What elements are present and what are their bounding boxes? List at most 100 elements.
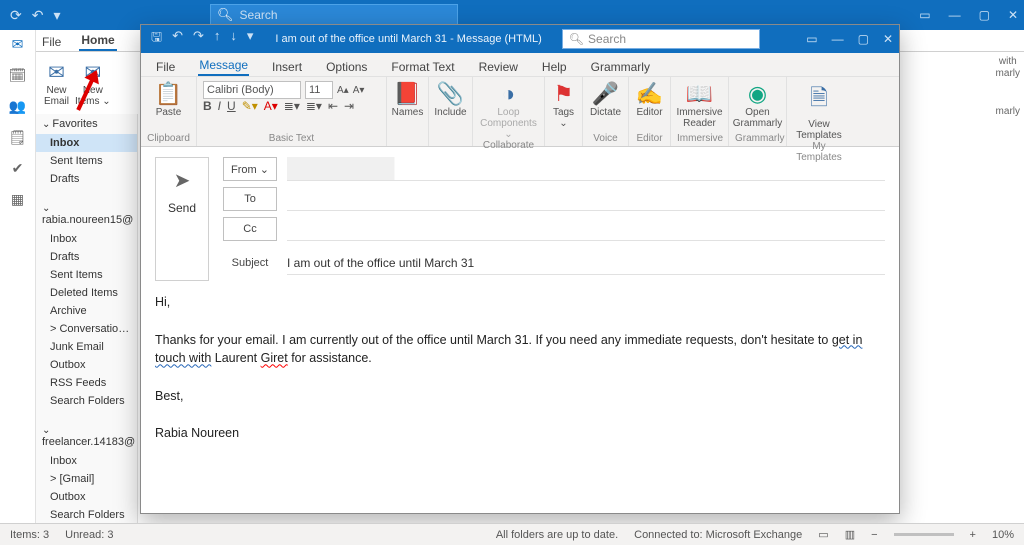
tab-options[interactable]: Options	[325, 58, 368, 76]
sidebar-item-drafts[interactable]: Drafts	[36, 170, 137, 188]
tab-insert[interactable]: Insert	[271, 58, 303, 76]
sidebar-item[interactable]: Inbox	[36, 230, 137, 248]
account1-header[interactable]: rabia.noureen15@	[36, 198, 137, 230]
sidebar-item-inbox[interactable]: Inbox	[36, 134, 137, 152]
close-icon[interactable]: ✕	[1008, 8, 1018, 22]
font-size-combo[interactable]: 11	[305, 81, 333, 99]
main-search-box[interactable]: 🔍︎ Search	[210, 4, 458, 26]
body-paragraph: Thanks for your email. I am currently ou…	[155, 331, 885, 369]
qat-customize-icon[interactable]: ▾	[247, 28, 254, 50]
sidebar-item[interactable]: Search Folders	[36, 506, 137, 523]
loop-icon: ◑	[502, 81, 515, 107]
minimize-icon[interactable]: —	[832, 32, 844, 46]
sidebar-item[interactable]: Outbox	[36, 488, 137, 506]
loop-components-button[interactable]: ◑Loop Components ⌄	[479, 81, 538, 140]
sidebar-item[interactable]: RSS Feeds	[36, 374, 137, 392]
tab-review[interactable]: Review	[478, 58, 519, 76]
cc-button[interactable]: Cc	[223, 217, 277, 241]
zoom-in-icon[interactable]: +	[970, 529, 976, 541]
sidebar-item[interactable]: Inbox	[36, 452, 137, 470]
mail-rail-icon[interactable]: ✉	[12, 36, 24, 53]
maximize-icon[interactable]: ▢	[979, 8, 990, 22]
bold-button[interactable]: B	[203, 99, 212, 113]
editor-button[interactable]: ✍Editor	[635, 81, 664, 118]
notes-rail-icon[interactable]: 🗒	[9, 129, 27, 146]
compose-ribbon: 📋Paste Clipboard Calibri (Body) 11 A▴ A▾…	[141, 77, 899, 147]
compose-search-box[interactable]: 🔍︎ Search	[562, 29, 760, 49]
nav-down-icon[interactable]: ↓	[230, 28, 237, 50]
sidebar-item[interactable]: Outbox	[36, 356, 137, 374]
close-icon[interactable]: ✕	[883, 32, 893, 46]
ribbon-mode-icon[interactable]: ▭	[919, 8, 930, 22]
send-button[interactable]: ➤ Send	[155, 157, 209, 281]
dictate-button[interactable]: 🎤Dictate	[589, 81, 622, 118]
refresh-icon[interactable]: ⟳	[10, 7, 22, 24]
account2-header[interactable]: freelancer.14183@	[36, 420, 137, 452]
new-email-button[interactable]: ✉ New Email	[44, 60, 69, 107]
zoom-out-icon[interactable]: −	[871, 529, 877, 541]
editor-icon: ✍	[636, 81, 663, 107]
tab-help[interactable]: Help	[541, 58, 568, 76]
font-grow-icon[interactable]: A▴	[337, 85, 349, 96]
message-body[interactable]: Hi, Thanks for your email. I am currentl…	[141, 285, 899, 451]
redo-icon[interactable]: ↷	[193, 28, 204, 50]
nav-up-icon[interactable]: ↑	[214, 28, 221, 50]
favorites-header[interactable]: Favorites	[36, 114, 137, 134]
sidebar-item[interactable]: > Conversation History	[36, 320, 137, 338]
view-normal-icon[interactable]: ▭	[818, 528, 828, 541]
search-icon: 🔍︎	[217, 7, 234, 23]
font-shrink-icon[interactable]: A▾	[353, 85, 365, 96]
more-rail-icon[interactable]: ▦	[11, 191, 24, 208]
search-icon: 🔍︎	[569, 32, 584, 46]
minimize-icon[interactable]: —	[949, 8, 961, 22]
immersive-reader-button[interactable]: 📖Immersive Reader	[677, 81, 722, 129]
open-grammarly-button[interactable]: ◉Open Grammarly	[735, 81, 780, 129]
zoom-slider[interactable]	[894, 533, 954, 536]
sidebar-item[interactable]: Sent Items	[36, 266, 137, 284]
include-button[interactable]: 📎Include	[435, 81, 466, 118]
names-button[interactable]: 📕Names	[393, 81, 422, 118]
indent-increase-button[interactable]: ⇥	[344, 99, 354, 113]
view-reading-icon[interactable]: ▥	[845, 528, 855, 541]
from-button[interactable]: From ⌄	[223, 157, 277, 181]
sidebar-item[interactable]: Deleted Items	[36, 284, 137, 302]
sidebar-item-sent[interactable]: Sent Items	[36, 152, 137, 170]
tasks-rail-icon[interactable]: ✔	[12, 160, 24, 177]
sidebar-item[interactable]: Junk Email	[36, 338, 137, 356]
people-rail-icon[interactable]: 👥	[9, 98, 26, 115]
italic-button[interactable]: I	[218, 99, 221, 113]
undo-icon[interactable]: ↶	[172, 28, 183, 50]
tab-format-text[interactable]: Format Text	[390, 58, 455, 76]
sidebar-item[interactable]: Search Folders	[36, 392, 137, 410]
qat-customize-icon[interactable]: ▾	[53, 7, 60, 24]
highlight-button[interactable]: ✎▾	[242, 99, 258, 113]
underline-button[interactable]: U	[227, 99, 236, 113]
compose-titlebar: 🖫 ↶ ↷ ↑ ↓ ▾ I am out of the office until…	[141, 25, 899, 53]
maximize-icon[interactable]: ▢	[858, 32, 869, 46]
view-templates-button[interactable]: 🗎View Templates	[793, 81, 845, 141]
sidebar-item[interactable]: Drafts	[36, 248, 137, 266]
tab-home[interactable]: Home	[79, 31, 116, 51]
tags-button[interactable]: ⚑Tags ⌄	[551, 81, 576, 129]
ribbon-mode-icon[interactable]: ▭	[806, 32, 817, 46]
from-field[interactable]	[287, 157, 885, 181]
to-field[interactable]	[287, 187, 885, 211]
tab-message[interactable]: Message	[198, 56, 249, 76]
tab-file[interactable]: File	[155, 58, 176, 76]
tab-grammarly[interactable]: Grammarly	[590, 58, 651, 76]
paste-button[interactable]: 📋Paste	[147, 81, 190, 118]
bullets-button[interactable]: ≣▾	[284, 99, 300, 113]
tab-file[interactable]: File	[40, 33, 63, 51]
sidebar-item[interactable]: > [Gmail]	[36, 470, 137, 488]
font-name-combo[interactable]: Calibri (Body)	[203, 81, 301, 99]
subject-field[interactable]: I am out of the office until March 31	[287, 251, 885, 275]
numbering-button[interactable]: ≣▾	[306, 99, 322, 113]
undo-icon[interactable]: ↶	[32, 7, 44, 24]
font-color-button[interactable]: A▾	[264, 99, 278, 113]
to-button[interactable]: To	[223, 187, 277, 211]
calendar-rail-icon[interactable]: 🗓	[9, 67, 27, 84]
sidebar-item[interactable]: Archive	[36, 302, 137, 320]
cc-field[interactable]	[287, 217, 885, 241]
indent-decrease-button[interactable]: ⇤	[328, 99, 338, 113]
save-icon[interactable]: 🖫	[151, 28, 162, 50]
